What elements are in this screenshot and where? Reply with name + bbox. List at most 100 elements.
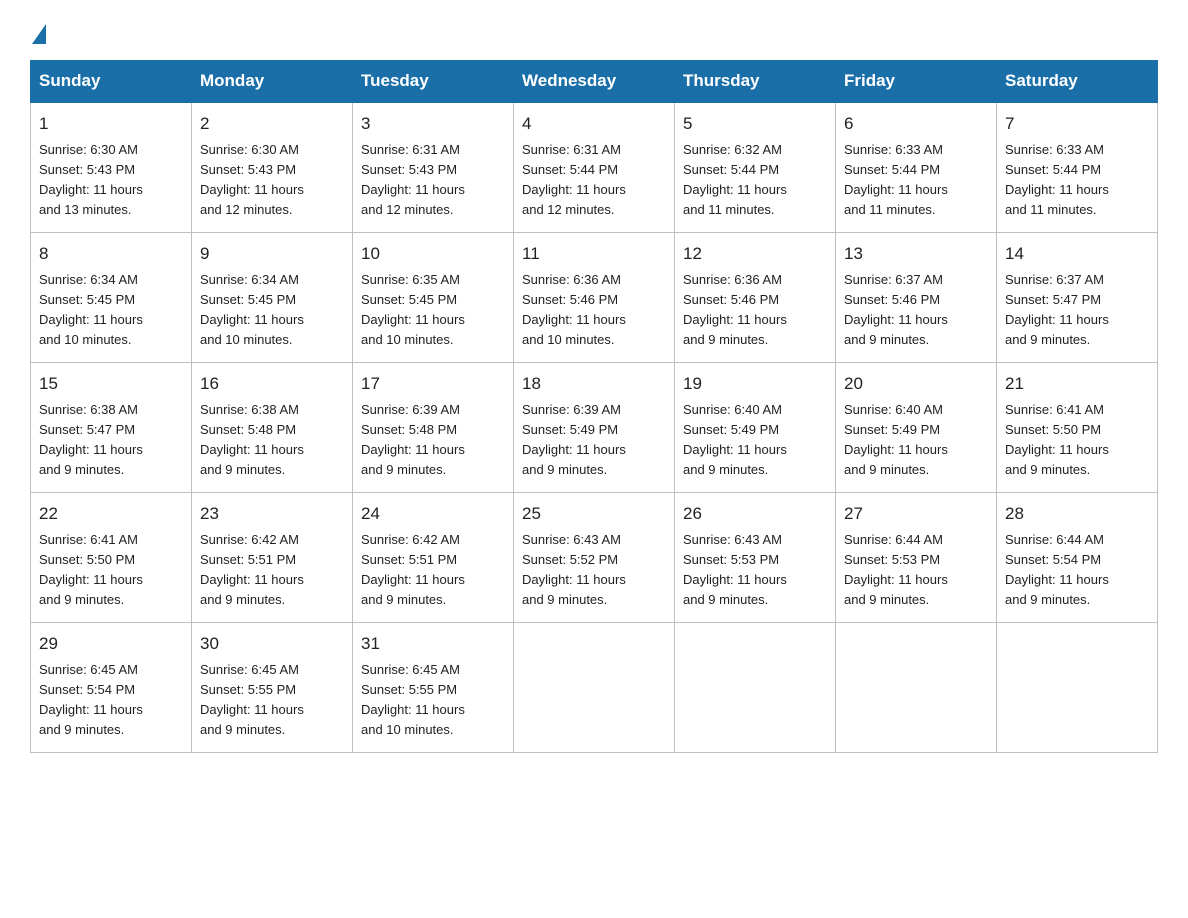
- day-number: 9: [200, 241, 344, 267]
- col-friday: Friday: [836, 61, 997, 103]
- day-number: 11: [522, 241, 666, 267]
- day-number: 23: [200, 501, 344, 527]
- day-info: Sunrise: 6:36 AMSunset: 5:46 PMDaylight:…: [522, 270, 666, 351]
- calendar-cell: 1Sunrise: 6:30 AMSunset: 5:43 PMDaylight…: [31, 102, 192, 233]
- day-number: 17: [361, 371, 505, 397]
- day-info: Sunrise: 6:42 AMSunset: 5:51 PMDaylight:…: [200, 530, 344, 611]
- calendar-cell: 8Sunrise: 6:34 AMSunset: 5:45 PMDaylight…: [31, 233, 192, 363]
- day-info: Sunrise: 6:30 AMSunset: 5:43 PMDaylight:…: [200, 140, 344, 221]
- col-saturday: Saturday: [997, 61, 1158, 103]
- calendar-cell: 19 Sunrise: 6:40 AMSunset: 5:49 PMDayligh…: [675, 363, 836, 493]
- day-number: 15: [39, 371, 183, 397]
- calendar-cell: 13 Sunrise: 6:37 AMSunset: 5:46 PMDayligh…: [836, 233, 997, 363]
- day-info: Sunrise: 6:32 AMSunset: 5:44 PMDaylight:…: [683, 140, 827, 221]
- calendar-cell: 3 Sunrise: 6:31 AMSunset: 5:43 PMDaylight…: [353, 102, 514, 233]
- logo-triangle-icon: [32, 24, 46, 44]
- calendar-cell: 23 Sunrise: 6:42 AMSunset: 5:51 PMDayligh…: [192, 493, 353, 623]
- day-number: 28: [1005, 501, 1149, 527]
- calendar-cell: 25 Sunrise: 6:43 AMSunset: 5:52 PMDayligh…: [514, 493, 675, 623]
- calendar-cell: 15 Sunrise: 6:38 AMSunset: 5:47 PMDayligh…: [31, 363, 192, 493]
- day-info: Sunrise: 6:39 AMSunset: 5:48 PMDaylight:…: [361, 400, 505, 481]
- calendar-cell: 10 Sunrise: 6:35 AMSunset: 5:45 PMDayligh…: [353, 233, 514, 363]
- day-number: 19: [683, 371, 827, 397]
- day-info: Sunrise: 6:45 AMSunset: 5:55 PMDaylight:…: [200, 660, 344, 741]
- calendar-cell: 4 Sunrise: 6:31 AMSunset: 5:44 PMDaylight…: [514, 102, 675, 233]
- calendar-cell: 29Sunrise: 6:45 AMSunset: 5:54 PMDayligh…: [31, 623, 192, 753]
- calendar-cell: 5 Sunrise: 6:32 AMSunset: 5:44 PMDaylight…: [675, 102, 836, 233]
- col-wednesday: Wednesday: [514, 61, 675, 103]
- day-info: Sunrise: 6:38 AMSunset: 5:47 PMDaylight:…: [39, 400, 183, 481]
- day-info: Sunrise: 6:45 AMSunset: 5:54 PMDaylight:…: [39, 660, 183, 741]
- calendar-cell: [997, 623, 1158, 753]
- week-row-3: 15 Sunrise: 6:38 AMSunset: 5:47 PMDayligh…: [31, 363, 1158, 493]
- day-info: Sunrise: 6:33 AMSunset: 5:44 PMDaylight:…: [844, 140, 988, 221]
- col-monday: Monday: [192, 61, 353, 103]
- day-number: 14: [1005, 241, 1149, 267]
- day-number: 18: [522, 371, 666, 397]
- calendar-cell: 2Sunrise: 6:30 AMSunset: 5:43 PMDaylight…: [192, 102, 353, 233]
- week-row-1: 1Sunrise: 6:30 AMSunset: 5:43 PMDaylight…: [31, 102, 1158, 233]
- day-info: Sunrise: 6:40 AMSunset: 5:49 PMDaylight:…: [844, 400, 988, 481]
- day-info: Sunrise: 6:33 AMSunset: 5:44 PMDaylight:…: [1005, 140, 1149, 221]
- day-info: Sunrise: 6:43 AMSunset: 5:52 PMDaylight:…: [522, 530, 666, 611]
- day-info: Sunrise: 6:41 AMSunset: 5:50 PMDaylight:…: [39, 530, 183, 611]
- calendar-cell: [836, 623, 997, 753]
- calendar-cell: 7 Sunrise: 6:33 AMSunset: 5:44 PMDaylight…: [997, 102, 1158, 233]
- day-info: Sunrise: 6:45 AMSunset: 5:55 PMDaylight:…: [361, 660, 505, 741]
- day-info: Sunrise: 6:42 AMSunset: 5:51 PMDaylight:…: [361, 530, 505, 611]
- day-number: 27: [844, 501, 988, 527]
- day-number: 4: [522, 111, 666, 137]
- day-info: Sunrise: 6:36 AMSunset: 5:46 PMDaylight:…: [683, 270, 827, 351]
- day-number: 10: [361, 241, 505, 267]
- day-info: Sunrise: 6:31 AMSunset: 5:44 PMDaylight:…: [522, 140, 666, 221]
- day-info: Sunrise: 6:34 AMSunset: 5:45 PMDaylight:…: [200, 270, 344, 351]
- day-info: Sunrise: 6:44 AMSunset: 5:54 PMDaylight:…: [1005, 530, 1149, 611]
- calendar-cell: 6 Sunrise: 6:33 AMSunset: 5:44 PMDaylight…: [836, 102, 997, 233]
- calendar-table: Sunday Monday Tuesday Wednesday Thursday…: [30, 60, 1158, 753]
- col-thursday: Thursday: [675, 61, 836, 103]
- day-number: 25: [522, 501, 666, 527]
- day-info: Sunrise: 6:37 AMSunset: 5:47 PMDaylight:…: [1005, 270, 1149, 351]
- calendar-cell: [675, 623, 836, 753]
- day-info: Sunrise: 6:40 AMSunset: 5:49 PMDaylight:…: [683, 400, 827, 481]
- day-info: Sunrise: 6:31 AMSunset: 5:43 PMDaylight:…: [361, 140, 505, 221]
- day-number: 8: [39, 241, 183, 267]
- day-info: Sunrise: 6:44 AMSunset: 5:53 PMDaylight:…: [844, 530, 988, 611]
- calendar-cell: [514, 623, 675, 753]
- week-row-5: 29Sunrise: 6:45 AMSunset: 5:54 PMDayligh…: [31, 623, 1158, 753]
- day-info: Sunrise: 6:37 AMSunset: 5:46 PMDaylight:…: [844, 270, 988, 351]
- day-info: Sunrise: 6:35 AMSunset: 5:45 PMDaylight:…: [361, 270, 505, 351]
- calendar-body: 1Sunrise: 6:30 AMSunset: 5:43 PMDaylight…: [31, 102, 1158, 753]
- day-number: 5: [683, 111, 827, 137]
- day-number: 7: [1005, 111, 1149, 137]
- day-number: 21: [1005, 371, 1149, 397]
- week-row-2: 8 Sunrise: 6:34 AMSunset: 5:45 PMDaylight…: [31, 233, 1158, 363]
- page-header: [30, 20, 1158, 44]
- week-row-4: 22Sunrise: 6:41 AMSunset: 5:50 PMDayligh…: [31, 493, 1158, 623]
- day-info: Sunrise: 6:30 AMSunset: 5:43 PMDaylight:…: [39, 140, 183, 221]
- day-info: Sunrise: 6:39 AMSunset: 5:49 PMDaylight:…: [522, 400, 666, 481]
- calendar-cell: 30Sunrise: 6:45 AMSunset: 5:55 PMDayligh…: [192, 623, 353, 753]
- day-number: 16: [200, 371, 344, 397]
- calendar-cell: 27 Sunrise: 6:44 AMSunset: 5:53 PMDayligh…: [836, 493, 997, 623]
- day-number: 3: [361, 111, 505, 137]
- calendar-cell: 17 Sunrise: 6:39 AMSunset: 5:48 PMDayligh…: [353, 363, 514, 493]
- calendar-cell: 24 Sunrise: 6:42 AMSunset: 5:51 PMDayligh…: [353, 493, 514, 623]
- calendar-cell: 12 Sunrise: 6:36 AMSunset: 5:46 PMDayligh…: [675, 233, 836, 363]
- day-number: 31: [361, 631, 505, 657]
- day-number: 24: [361, 501, 505, 527]
- calendar-cell: 16 Sunrise: 6:38 AMSunset: 5:48 PMDayligh…: [192, 363, 353, 493]
- calendar-cell: 21Sunrise: 6:41 AMSunset: 5:50 PMDayligh…: [997, 363, 1158, 493]
- col-tuesday: Tuesday: [353, 61, 514, 103]
- calendar-cell: 18 Sunrise: 6:39 AMSunset: 5:49 PMDayligh…: [514, 363, 675, 493]
- day-info: Sunrise: 6:38 AMSunset: 5:48 PMDaylight:…: [200, 400, 344, 481]
- day-number: 26: [683, 501, 827, 527]
- day-number: 12: [683, 241, 827, 267]
- day-number: 13: [844, 241, 988, 267]
- calendar-header: Sunday Monday Tuesday Wednesday Thursday…: [31, 61, 1158, 103]
- calendar-cell: 11 Sunrise: 6:36 AMSunset: 5:46 PMDayligh…: [514, 233, 675, 363]
- day-number: 6: [844, 111, 988, 137]
- header-row: Sunday Monday Tuesday Wednesday Thursday…: [31, 61, 1158, 103]
- calendar-cell: 14 Sunrise: 6:37 AMSunset: 5:47 PMDayligh…: [997, 233, 1158, 363]
- day-info: Sunrise: 6:43 AMSunset: 5:53 PMDaylight:…: [683, 530, 827, 611]
